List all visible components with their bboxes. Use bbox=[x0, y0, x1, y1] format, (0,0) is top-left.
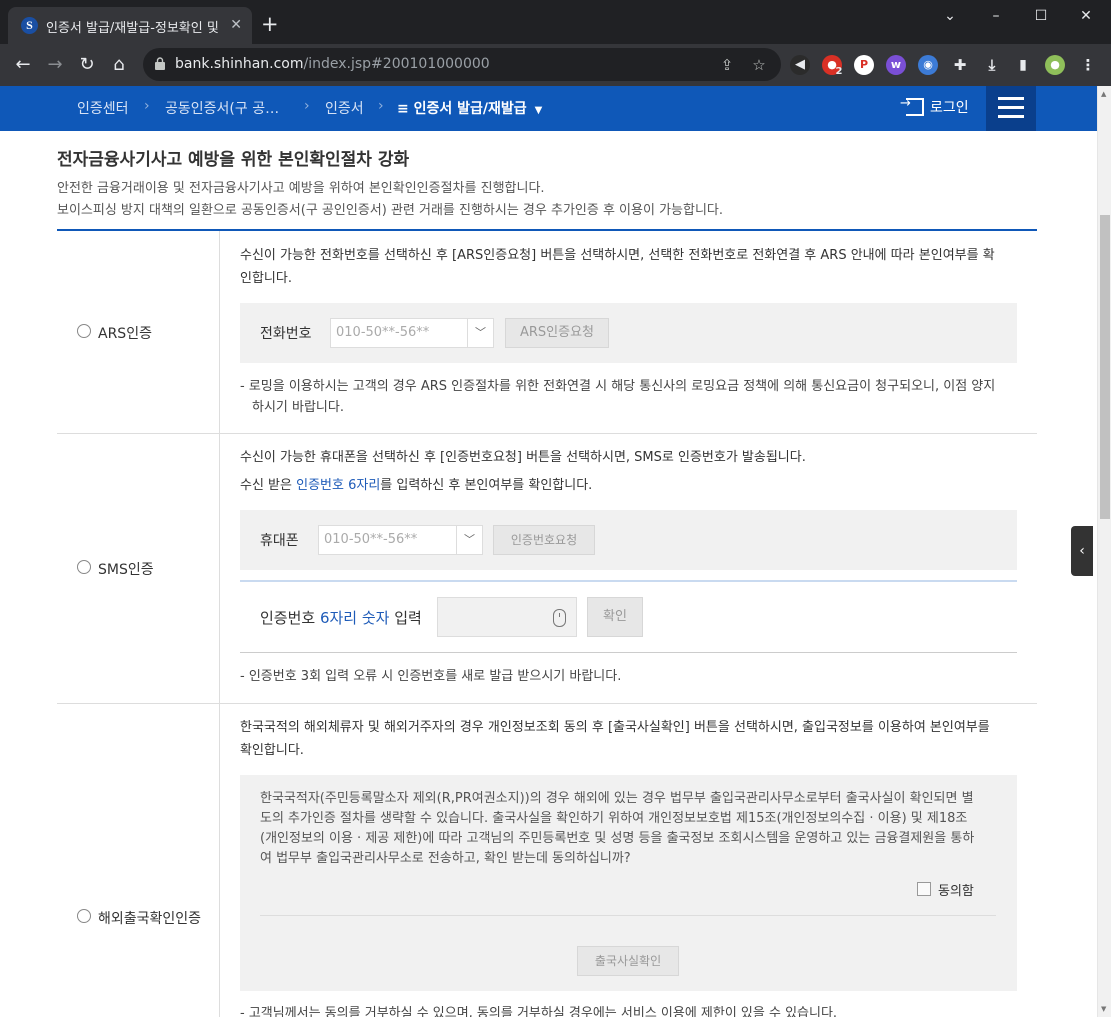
side-panel-icon[interactable]: ▮ bbox=[1013, 55, 1033, 75]
sms-auth-label-cell: SMS인증 bbox=[57, 434, 220, 703]
sms-code-input[interactable] bbox=[437, 597, 577, 637]
color-extension-icon[interactable]: ◉ bbox=[918, 55, 938, 75]
sms-auth-row: SMS인증 수신이 가능한 휴대폰을 선택하신 후 [인증번호요청] 버튼을 선… bbox=[57, 434, 1037, 704]
overseas-auth-row: 해외출국확인인증 한국국적의 해외체류자 및 해외거주자의 경우 개인정보조회 … bbox=[57, 704, 1037, 1017]
extension-badge: 2 bbox=[835, 66, 843, 77]
sms-description: 수신 받은 인증번호 6자리를 입력하신 후 본인여부를 확인합니다. bbox=[240, 478, 593, 493]
ars-auth-label-cell: ARS인증 bbox=[57, 231, 220, 433]
consent-text: 한국국적자(주민등록말소자 제외(R,PR여권소지))의 경우 해외에 있는 경… bbox=[260, 791, 975, 866]
ars-phone-panel: 전화번호 010-50**-56** ﹀ ARS인증요청 bbox=[240, 303, 1017, 363]
sms-request-button[interactable]: 인증번호요청 bbox=[493, 525, 595, 555]
list-icon: ≡ bbox=[397, 101, 414, 117]
ars-phone-value: 010-50**-56** bbox=[336, 325, 430, 340]
agree-label[interactable]: 동의함 bbox=[938, 880, 974, 899]
browser-menu-icon[interactable]: ⋮ bbox=[1078, 55, 1098, 75]
browser-tab-bar: S 인증서 발급/재발급-정보확인 및 ✕ + ⌄ – ☐ ✕ bbox=[0, 0, 1111, 44]
share-icon[interactable]: ⇪ bbox=[717, 55, 737, 75]
scroll-up-icon[interactable]: ▲ bbox=[1101, 90, 1106, 98]
agree-checkbox[interactable] bbox=[917, 882, 931, 896]
login-icon bbox=[900, 96, 924, 116]
tab-close-icon[interactable]: ✕ bbox=[230, 16, 242, 34]
lock-icon bbox=[155, 57, 165, 70]
maximize-icon[interactable]: ☐ bbox=[1026, 6, 1056, 26]
ars-phone-select[interactable]: 010-50**-56** ﹀ bbox=[330, 318, 494, 348]
ars-auth-radio-label[interactable]: ARS인증 bbox=[98, 323, 152, 343]
breadcrumb-joint-cert[interactable]: 공동인증서(구 공… bbox=[165, 98, 279, 118]
sms-phone-select[interactable]: 010-50**-56** ﹀ bbox=[318, 525, 483, 555]
code-section-bottom-border bbox=[240, 652, 1017, 653]
new-tab-icon[interactable]: + bbox=[261, 14, 279, 35]
chevron-down-icon: ﹀ bbox=[467, 319, 493, 347]
scroll-thumb[interactable] bbox=[1100, 215, 1110, 519]
ars-roaming-note: 하시기 바랍니다. bbox=[252, 400, 344, 415]
profile-avatar-icon[interactable]: ● bbox=[1045, 55, 1065, 75]
overseas-confirm-button[interactable]: 출국사실확인 bbox=[577, 946, 679, 976]
back-icon[interactable]: ← bbox=[10, 52, 36, 78]
home-icon[interactable]: ⌂ bbox=[106, 52, 132, 78]
page-scrollbar[interactable]: ▲ ▼ bbox=[1097, 86, 1111, 1017]
tab-search-icon[interactable]: ⌄ bbox=[935, 6, 965, 26]
browser-toolbar: ← → ↻ ⌂ bank.shinhan.com/index.jsp#20010… bbox=[0, 44, 1111, 86]
page-title: 전자금융사기사고 예방을 위한 본인확인절차 강화 bbox=[57, 150, 410, 170]
p-extension-icon[interactable]: P bbox=[854, 55, 874, 75]
ars-description: 인합니다. bbox=[240, 271, 292, 286]
overseas-consent-note: - 고객님께서는 동의를 거부하실 수 있으며, 동의를 거부하실 경우에는 서… bbox=[240, 1006, 838, 1017]
mouse-icon bbox=[553, 609, 566, 627]
page-description: 안전한 금융거래이용 및 전자금융사기사고 예방을 위하여 본인확인인증절차를 … bbox=[57, 181, 545, 196]
overseas-auth-radio-label[interactable]: 해외출국확인인증 bbox=[98, 908, 201, 928]
code-input-label: 인증번호 6자리 숫자 입력 bbox=[260, 609, 422, 627]
sms-phone-value: 010-50**-56** bbox=[324, 532, 418, 547]
breadcrumb-separator-icon: › bbox=[378, 98, 384, 114]
chevron-down-icon: ﹀ bbox=[456, 526, 482, 554]
sms-description: 수신이 가능한 휴대폰을 선택하신 후 [인증번호요청] 버튼을 선택하시면, … bbox=[240, 450, 806, 465]
page-description: 보이스피싱 방지 대책의 일환으로 공동인증서(구 공인인증서) 관련 거래를 … bbox=[57, 203, 723, 218]
breadcrumb-current-menu[interactable]: ≡ 인증서 발급/재발급 ▼ bbox=[397, 98, 542, 118]
w-extension-icon[interactable]: w bbox=[886, 55, 906, 75]
ars-request-button[interactable]: ARS인증요청 bbox=[505, 318, 609, 348]
shinhan-favicon-icon: S bbox=[21, 17, 38, 34]
extensions-puzzle-icon[interactable]: ✚ bbox=[950, 55, 970, 75]
sms-phone-panel: 휴대폰 010-50**-56** ﹀ 인증번호요청 bbox=[240, 510, 1017, 570]
code-section-top-border bbox=[240, 580, 1017, 582]
hamburger-menu-button[interactable] bbox=[986, 86, 1036, 131]
sms-auth-radio-label[interactable]: SMS인증 bbox=[98, 559, 154, 579]
breadcrumb-separator-icon: › bbox=[144, 98, 150, 114]
site-breadcrumb-bar: 인증센터 › 공동인증서(구 공… › 인증서 › ≡ 인증서 발급/재발급 ▼ … bbox=[0, 86, 1097, 131]
scroll-down-icon[interactable]: ▼ bbox=[1101, 1005, 1106, 1013]
breadcrumb-separator-icon: › bbox=[304, 98, 310, 114]
overseas-description: 확인합니다. bbox=[240, 743, 304, 758]
side-panel-toggle-chevron-left-icon[interactable]: ‹ bbox=[1071, 526, 1093, 576]
caret-down-icon: ▼ bbox=[534, 105, 543, 116]
sms-confirm-button[interactable]: 확인 bbox=[587, 597, 643, 637]
forward-icon[interactable]: → bbox=[42, 52, 68, 78]
download-icon[interactable]: ⤓ bbox=[982, 55, 1002, 75]
breadcrumb-cert-center[interactable]: 인증센터 bbox=[77, 98, 129, 118]
phone-number-label: 전화번호 bbox=[260, 326, 312, 342]
bookmark-star-icon[interactable]: ☆ bbox=[749, 55, 769, 75]
login-button[interactable]: 로그인 bbox=[900, 96, 969, 117]
minimize-icon[interactable]: – bbox=[981, 6, 1011, 26]
ars-auth-radio[interactable] bbox=[77, 324, 91, 338]
overseas-auth-label-cell: 해외출국확인인증 bbox=[57, 704, 220, 1017]
overseas-consent-panel: 한국국적자(주민등록말소자 제외(R,PR여권소지))의 경우 해외에 있는 경… bbox=[240, 775, 1017, 991]
address-bar[interactable]: bank.shinhan.com/index.jsp#200101000000 … bbox=[143, 48, 781, 81]
sms-auth-radio[interactable] bbox=[77, 560, 91, 574]
speaker-extension-icon[interactable]: ◀ bbox=[790, 55, 810, 75]
sms-code-note: - 인증번호 3회 입력 오류 시 인증번호를 새로 발급 받으시기 바랍니다. bbox=[240, 669, 622, 684]
browser-tab[interactable]: S 인증서 발급/재발급-정보확인 및 ✕ bbox=[8, 7, 252, 44]
mobile-phone-label: 휴대폰 bbox=[260, 533, 299, 549]
breadcrumb-certificate[interactable]: 인증서 bbox=[325, 98, 364, 118]
url-text: bank.shinhan.com/index.jsp#200101000000 bbox=[175, 56, 490, 72]
ars-description: 수신이 가능한 전화번호를 선택하신 후 [ARS인증요청] 버튼을 선택하시면… bbox=[240, 248, 995, 263]
overseas-auth-radio[interactable] bbox=[77, 909, 91, 923]
tab-title: 인증서 발급/재발급-정보확인 및 bbox=[46, 21, 219, 36]
overseas-description: 한국국적의 해외체류자 및 해외거주자의 경우 개인정보조회 동의 후 [출국사… bbox=[240, 720, 990, 735]
ars-roaming-note: - 로밍을 이용하시는 고객의 경우 ARS 인증절차를 위한 전화연결 시 해… bbox=[240, 379, 996, 394]
consent-divider bbox=[260, 915, 996, 916]
ars-auth-row: ARS인증 수신이 가능한 전화번호를 선택하신 후 [ARS인증요청] 버튼을… bbox=[57, 231, 1037, 434]
reload-icon[interactable]: ↻ bbox=[74, 52, 100, 78]
close-window-icon[interactable]: ✕ bbox=[1071, 6, 1101, 26]
